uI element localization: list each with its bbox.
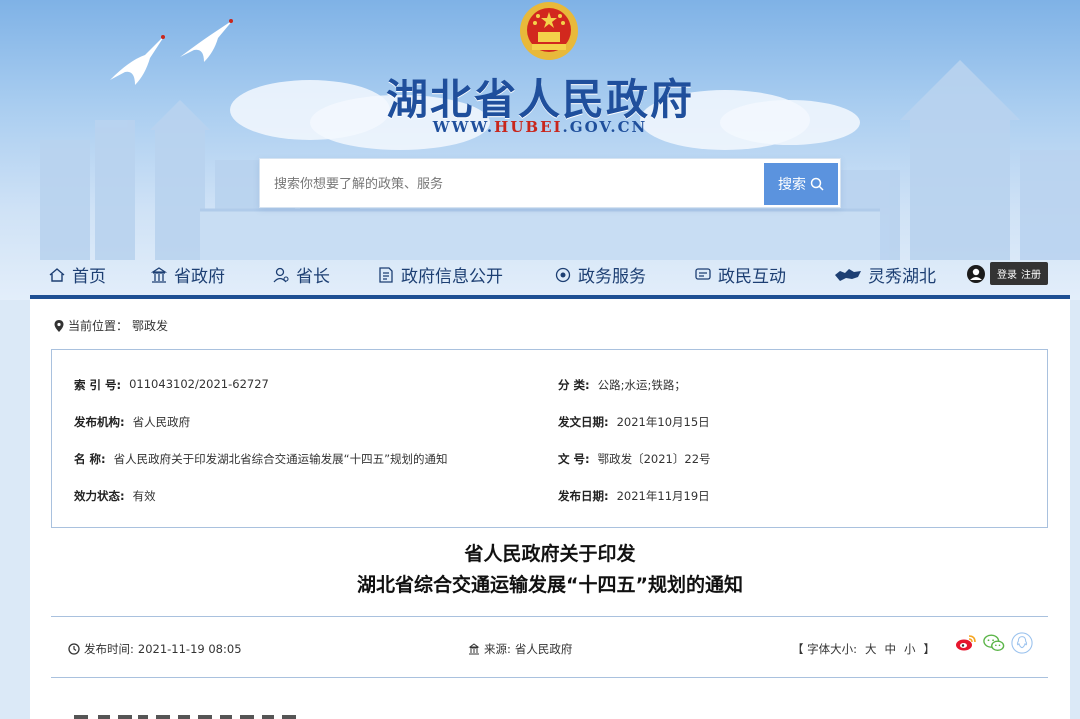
wechat-icon bbox=[983, 634, 1005, 652]
qq-share-button[interactable] bbox=[1011, 632, 1033, 654]
chat-icon bbox=[695, 267, 711, 280]
search-box: 搜索 bbox=[259, 158, 841, 208]
site-url[interactable]: WWW.HUBEI.GOV.CN bbox=[0, 118, 1080, 136]
font-size-control: 【 字体大小: 大 中 小 】 bbox=[792, 641, 935, 657]
hubei-map-icon bbox=[835, 268, 861, 281]
breadcrumb-label: 当前位置： bbox=[68, 319, 129, 333]
meta-name: 名 称: 省人民政府关于印发湖北省综合交通运输发展“十四五”规划的通知 bbox=[74, 451, 448, 467]
search-icon bbox=[810, 177, 824, 191]
divider bbox=[51, 616, 1048, 617]
nav-item-label: 政民互动 bbox=[718, 267, 786, 287]
nav-item-home[interactable]: 首页 bbox=[48, 262, 106, 287]
font-size-small-button[interactable]: 小 bbox=[904, 641, 916, 657]
source-value: 省人民政府 bbox=[514, 642, 573, 656]
font-size-close-bracket: 】 bbox=[923, 642, 936, 656]
site-url-highlight: HUBEI bbox=[494, 118, 563, 136]
document-title-line-2: 湖北省综合交通运输发展“十四五”规划的通知 bbox=[357, 574, 743, 596]
national-emblem-icon bbox=[520, 2, 578, 60]
content-panel: 当前位置： 鄂政发 索 引 号: 011043102/2021-62727 分 … bbox=[30, 299, 1070, 719]
meta-key: 发布机构: bbox=[74, 415, 125, 429]
font-size-medium-button[interactable]: 中 bbox=[885, 641, 897, 657]
meta-value: 公路;水运;铁路； bbox=[597, 378, 686, 392]
building-icon bbox=[150, 266, 168, 283]
login-link[interactable]: 登录 bbox=[997, 266, 1017, 281]
meta-key: 发布日期: bbox=[558, 489, 609, 503]
nav-item-provincial-gov[interactable]: 省政府 bbox=[150, 262, 225, 287]
nav-item-governor[interactable]: 省长 bbox=[272, 262, 330, 287]
document-body-text-cutoff bbox=[74, 715, 296, 719]
meta-value: 省人民政府 bbox=[132, 415, 191, 429]
nav-item-label: 政务服务 bbox=[578, 267, 646, 287]
person-icon bbox=[273, 267, 289, 282]
meta-key: 名 称: bbox=[74, 452, 106, 466]
site-url-prefix: WWW. bbox=[432, 118, 495, 136]
header-banner: 湖北省人民政府 WWW.HUBEI.GOV.CN 搜索 bbox=[0, 0, 1080, 300]
meta-key: 文 号: bbox=[558, 452, 590, 466]
divider bbox=[51, 677, 1048, 678]
font-size-label: 【 字体大小: bbox=[792, 642, 858, 656]
location-pin-icon bbox=[54, 319, 64, 332]
document-metadata-box: 索 引 号: 011043102/2021-62727 分 类: 公路;水运;铁… bbox=[51, 349, 1048, 528]
meta-key: 索 引 号: bbox=[74, 378, 122, 392]
search-button-label: 搜索 bbox=[778, 177, 806, 193]
publish-time: 发布时间: 2021-11-19 08:05 bbox=[68, 641, 242, 657]
share-buttons bbox=[955, 632, 1033, 654]
meta-publish-date: 发布日期: 2021年11月19日 bbox=[558, 488, 710, 504]
meta-key: 效力状态: bbox=[74, 489, 125, 503]
publish-time-value: 2021-11-19 08:05 bbox=[137, 642, 242, 656]
meta-issuer: 发布机构: 省人民政府 bbox=[74, 414, 190, 430]
document-title-line-1: 省人民政府关于印发 bbox=[464, 543, 636, 565]
meta-value: 有效 bbox=[132, 489, 156, 503]
nav-item-lingxiu-hubei[interactable]: 灵秀湖北 bbox=[834, 262, 936, 287]
register-link[interactable]: 注册 bbox=[1021, 266, 1041, 281]
nav-item-public-interaction[interactable]: 政民互动 bbox=[694, 262, 786, 287]
search-button[interactable]: 搜索 bbox=[764, 163, 838, 205]
service-icon bbox=[555, 267, 571, 282]
source-label: 来源: bbox=[484, 642, 511, 656]
publish-time-label: 发布时间: bbox=[84, 642, 134, 656]
meta-value: 011043102/2021-62727 bbox=[129, 377, 269, 391]
nav-item-label: 省政府 bbox=[174, 267, 225, 287]
nav-item-label: 灵秀湖北 bbox=[868, 267, 936, 287]
meta-document-number: 文 号: 鄂政发〔2021〕22号 bbox=[558, 451, 711, 467]
user-login-area: 登录 注册 bbox=[966, 262, 1048, 285]
meta-value: 省人民政府关于印发湖北省综合交通运输发展“十四五”规划的通知 bbox=[113, 452, 448, 466]
meta-validity-status: 效力状态: 有效 bbox=[74, 488, 156, 504]
login-register-button[interactable]: 登录 注册 bbox=[990, 262, 1048, 285]
nav-item-label: 政府信息公开 bbox=[401, 267, 503, 287]
qq-icon bbox=[1011, 632, 1033, 654]
nav-item-label: 首页 bbox=[72, 267, 106, 287]
nav-item-gov-services[interactable]: 政务服务 bbox=[554, 262, 646, 287]
site-url-suffix: .GOV.CN bbox=[562, 118, 648, 136]
meta-value: 鄂政发〔2021〕22号 bbox=[597, 452, 711, 466]
crane-bird-icon bbox=[180, 19, 233, 62]
search-input[interactable] bbox=[274, 171, 754, 197]
wechat-share-button[interactable] bbox=[983, 632, 1005, 654]
breadcrumb: 当前位置： 鄂政发 bbox=[54, 317, 168, 334]
breadcrumb-current[interactable]: 鄂政发 bbox=[132, 317, 168, 334]
user-avatar-icon[interactable] bbox=[966, 264, 986, 284]
meta-value: 2021年10月15日 bbox=[616, 415, 710, 429]
meta-key: 发文日期: bbox=[558, 415, 609, 429]
document-source: 来源: 省人民政府 bbox=[468, 641, 572, 657]
meta-index-number: 索 引 号: 011043102/2021-62727 bbox=[74, 377, 269, 393]
meta-value: 2021年11月19日 bbox=[616, 489, 710, 503]
main-nav: 首页 省政府 省长 政府信息公开 政务服务 政民互动 灵秀湖北 bbox=[30, 256, 1070, 296]
font-size-large-button[interactable]: 大 bbox=[865, 641, 877, 657]
nav-item-label: 省长 bbox=[296, 267, 330, 287]
weibo-icon bbox=[956, 635, 976, 651]
document-icon bbox=[379, 266, 393, 283]
meta-key: 分 类: bbox=[558, 378, 590, 392]
source-icon bbox=[468, 643, 480, 655]
weibo-share-button[interactable] bbox=[955, 632, 977, 654]
nav-item-gov-info-disclosure[interactable]: 政府信息公开 bbox=[377, 262, 503, 287]
meta-issue-date: 发文日期: 2021年10月15日 bbox=[558, 414, 710, 430]
clock-icon bbox=[68, 643, 80, 655]
home-icon bbox=[49, 267, 65, 282]
meta-category: 分 类: 公路;水运;铁路； bbox=[558, 377, 686, 393]
